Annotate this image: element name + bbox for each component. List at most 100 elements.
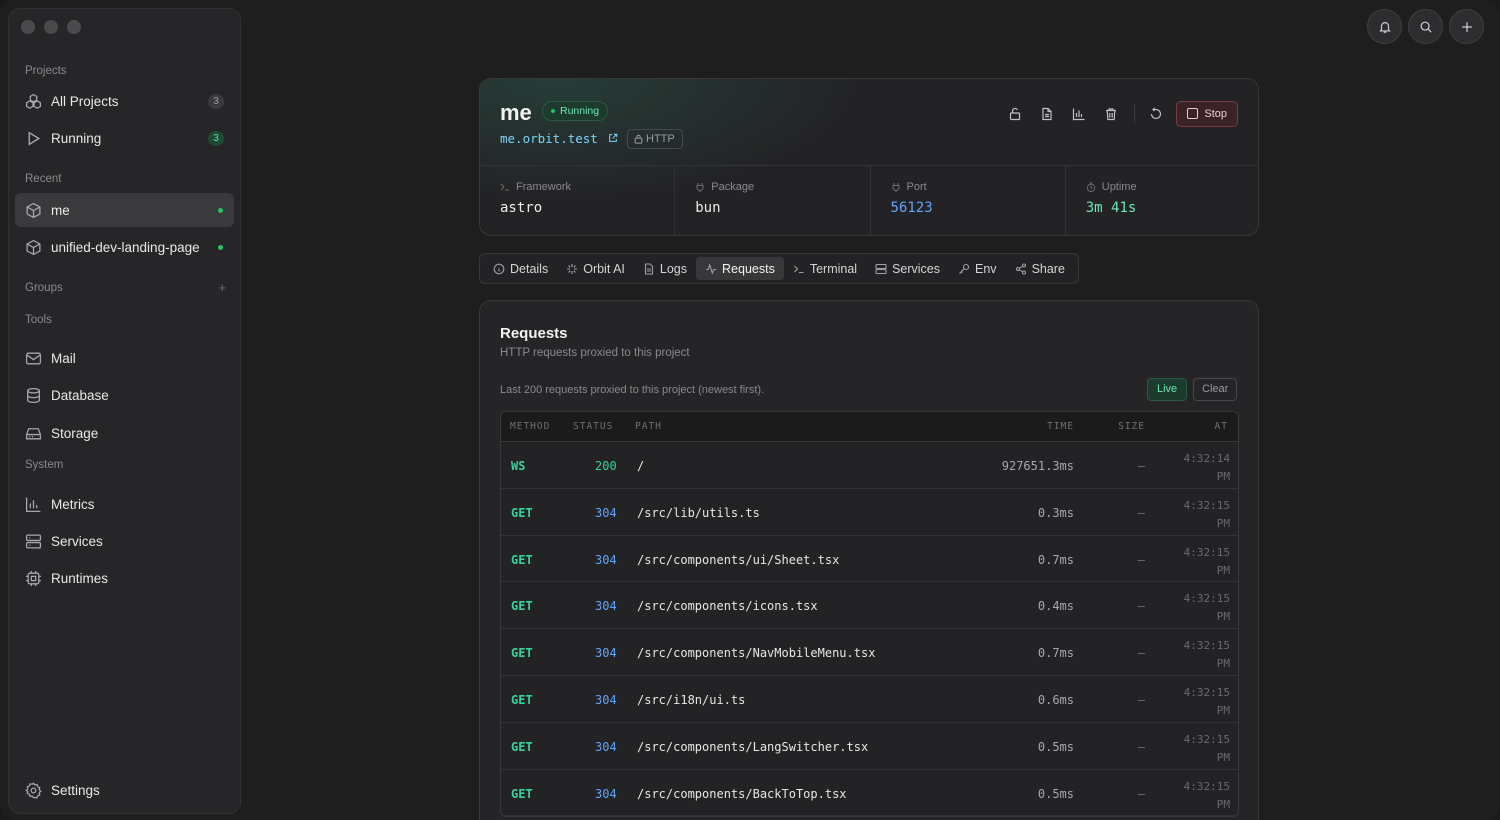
restart-button[interactable] (1145, 103, 1167, 125)
tab-services[interactable]: Services (866, 257, 949, 280)
unlock-icon (1010, 107, 1021, 121)
sidebar-item-running[interactable]: Running 3 (15, 121, 234, 155)
table-row[interactable]: GET 304/src/components/icons.tsx 0.4ms – 4:3… (501, 582, 1238, 630)
table-body: WS 200 / 927651.3ms – 4:32:14 PM GET 304/src/lib… (501, 442, 1238, 817)
sidebar-item-label: me (51, 202, 70, 218)
sidebar-item-settings[interactable]: Settings (15, 773, 234, 807)
sidebar-item-all-projects[interactable]: All Projects 3 (15, 84, 234, 118)
path-cell: / (637, 459, 645, 473)
logs-file-button[interactable] (1036, 103, 1058, 125)
status-cell: 304 (595, 552, 617, 567)
plug-icon (696, 183, 704, 192)
method-cell: GET (511, 786, 533, 801)
stop-button[interactable]: Stop (1176, 101, 1238, 127)
table-row[interactable]: WS 200 / 927651.3ms – 4:32:14 PM (501, 442, 1238, 489)
clear-button[interactable]: Clear (1193, 378, 1238, 401)
tab-requests[interactable]: Requests (696, 257, 784, 280)
time-cell: 0.7ms (1037, 552, 1074, 567)
size-cell: – (1137, 505, 1145, 520)
search-icon (1420, 21, 1432, 33)
share-icon (1015, 262, 1026, 275)
running-status-dot (218, 208, 223, 213)
sidebar-item-label: Runtimes (51, 570, 109, 586)
stat-value: astro (500, 200, 543, 216)
section-label-system: System (25, 459, 64, 471)
search-button[interactable] (1408, 9, 1443, 44)
tab-orbit-ai[interactable]: Orbit AI (557, 257, 634, 280)
sparkle-icon (567, 263, 578, 274)
sidebar-item-label: Services (51, 533, 103, 549)
sidebar-item-mail[interactable]: Mail (15, 341, 234, 375)
tab-logs[interactable]: Logs (634, 257, 696, 280)
table-row[interactable]: GET 304/src/i18n/ui.ts 0.6ms – 4:32:15 PM (501, 676, 1238, 723)
gear-icon (25, 781, 42, 799)
add-group-button[interactable]: + (218, 280, 226, 295)
sidebar-item-label: Running (51, 130, 102, 146)
time-cell: 0.5ms (1037, 786, 1074, 801)
delete-button[interactable] (1100, 103, 1122, 125)
maximize-window-button[interactable] (67, 20, 81, 34)
sidebar-item-runtimes[interactable]: Runtimes (15, 561, 234, 595)
lock-icon (634, 134, 643, 144)
table-row[interactable]: GET 304/src/components/BackToTop.tsx 0.5ms… (501, 770, 1238, 817)
time-cell: 0.4ms (1037, 599, 1074, 614)
app-window: Projects All Projects 3 Running 3 Recent… (0, 0, 1500, 820)
minimize-window-button[interactable] (44, 20, 58, 34)
cubes-icon (25, 93, 42, 110)
method-cell: GET (511, 552, 533, 567)
unlock-button[interactable] (1004, 103, 1026, 125)
sidebar-item-storage[interactable]: Storage (15, 416, 234, 450)
server-icon (875, 263, 887, 274)
path-cell: /src/i18n/ui.ts (637, 692, 746, 707)
sidebar-item-services[interactable]: Services (15, 524, 234, 558)
tab-terminal[interactable]: Terminal (784, 257, 866, 280)
sidebar-item-label: Metrics (51, 496, 95, 512)
status-cell: 304 (595, 599, 617, 614)
mail-icon (25, 350, 42, 367)
size-cell: – (1137, 459, 1145, 473)
tab-share[interactable]: Share (1006, 257, 1074, 280)
method-cell: GET (511, 646, 533, 661)
panel-subtitle: HTTP requests proxied to this project (500, 347, 690, 359)
sidebar-item-unified-dev-landing-page[interactable]: unified-dev-landing-page (15, 230, 234, 264)
tab-env[interactable]: Env (949, 257, 1006, 280)
timestamp-cell: 4:32:15 PM (1183, 592, 1230, 624)
table-row[interactable]: GET 304/src/components/LangSwitcher.tsx 0.… (501, 723, 1238, 770)
column-header-status: STATUS (573, 421, 614, 432)
window-controls (21, 20, 81, 34)
sidebar-item-label: Mail (51, 350, 76, 366)
file-text-icon (1042, 107, 1052, 121)
table-row[interactable]: GET 304/src/lib/utils.ts 0.3ms – 4:32:15 PM (501, 489, 1238, 536)
add-button[interactable] (1449, 9, 1484, 44)
sidebar-item-me[interactable]: me (15, 193, 234, 227)
external-link-icon[interactable] (608, 133, 618, 143)
sidebar-item-metrics[interactable]: Metrics (15, 487, 234, 521)
table-header: METHOD STATUS PATH TIME SIZE AT (501, 412, 1238, 442)
package-icon (25, 202, 42, 219)
count-badge: 3 (208, 94, 224, 109)
size-cell: – (1137, 646, 1145, 661)
method-cell: GET (511, 739, 533, 754)
project-stats: Framework astro Package bun Port 56123 U… (480, 165, 1258, 235)
table-row[interactable]: GET 304/src/components/NavMobileMenu.tsx 0… (501, 629, 1238, 676)
project-domain-link[interactable]: me.orbit.test (500, 131, 598, 146)
live-toggle-button[interactable]: Live (1147, 378, 1188, 401)
notifications-button[interactable] (1367, 9, 1402, 44)
timestamp-cell: 4:32:15 PM (1183, 732, 1230, 764)
sidebar-item-database[interactable]: Database (15, 378, 234, 412)
table-row[interactable]: GET 304/src/components/ui/Sheet.tsx 0.7ms –… (501, 536, 1238, 583)
close-window-button[interactable] (21, 20, 35, 34)
timestamp-cell: 4:32:14 PM (1183, 452, 1230, 483)
path-cell: /src/components/icons.tsx (637, 599, 818, 614)
terminal-icon (500, 183, 509, 191)
size-cell: – (1137, 552, 1145, 567)
package-icon (25, 239, 42, 256)
trash-icon (1106, 108, 1117, 121)
path-cell: /src/components/ui/Sheet.tsx (637, 552, 840, 567)
stat-framework: Framework astro (480, 166, 676, 235)
time-cell: 0.3ms (1037, 505, 1074, 520)
tab-details[interactable]: Details (484, 257, 557, 280)
status-cell: 304 (595, 786, 617, 801)
size-cell: – (1137, 692, 1145, 707)
metrics-button[interactable] (1068, 103, 1090, 125)
